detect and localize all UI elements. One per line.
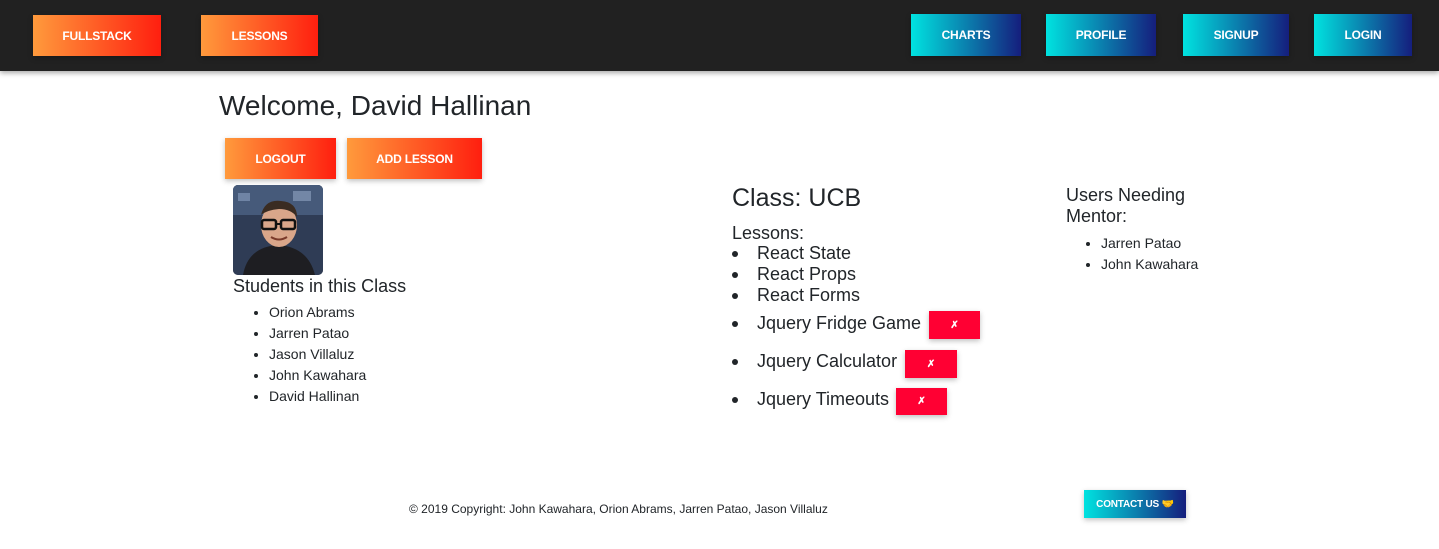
students-heading: Students in this Class xyxy=(233,276,407,296)
logout-button[interactable]: LOGOUT xyxy=(225,138,336,179)
footer-copyright: © 2019 Copyright: John Kawahara, Orion A… xyxy=(409,502,828,516)
nav-lessons-button[interactable]: LESSONS xyxy=(201,15,318,56)
delete-lesson-button[interactable]: ✗ xyxy=(905,350,957,378)
student-item: Jarren Patao xyxy=(269,323,366,344)
mentor-heading-line1: Users Needing xyxy=(1066,185,1186,205)
lesson-item: React State xyxy=(732,243,851,264)
delete-lesson-button[interactable]: ✗ xyxy=(929,311,980,339)
page-title: Welcome, David Hallinan xyxy=(219,90,532,121)
bullet-icon xyxy=(732,292,738,299)
delete-lesson-button[interactable]: ✗ xyxy=(896,388,947,415)
contact-us-button[interactable]: CONTACT US 🤝 xyxy=(1084,490,1186,518)
top-navbar: FULLSTACK LESSONS CHARTS PROFILE SIGNUP … xyxy=(0,0,1439,71)
bullet-icon xyxy=(732,250,738,257)
lesson-name: Jquery Timeouts xyxy=(757,389,890,409)
mentor-heading: Users Needing Mentor: xyxy=(1066,185,1185,227)
lesson-item: Jquery Fridge Game xyxy=(732,313,921,334)
lesson-item: React Props xyxy=(732,264,856,285)
student-item: Jason Villaluz xyxy=(269,344,366,365)
user-photo-icon xyxy=(233,185,323,275)
lesson-item: React Forms xyxy=(732,285,860,306)
student-item: Orion Abrams xyxy=(269,302,366,323)
nav-signup-button[interactable]: SIGNUP xyxy=(1183,14,1289,56)
nav-charts-button[interactable]: CHARTS xyxy=(911,14,1021,56)
student-item: David Hallinan xyxy=(269,386,366,407)
mentor-list: Jarren Patao John Kawahara xyxy=(1065,233,1198,275)
lesson-item: Jquery Timeouts xyxy=(732,389,889,410)
mentor-heading-line2: Mentor: xyxy=(1066,206,1128,226)
add-lesson-button[interactable]: ADD LESSON xyxy=(347,138,482,179)
nav-login-button[interactable]: LOGIN xyxy=(1314,14,1412,56)
nav-profile-button[interactable]: PROFILE xyxy=(1046,14,1156,56)
bullet-icon xyxy=(732,358,738,365)
student-item: John Kawahara xyxy=(269,365,366,386)
lesson-name: React State xyxy=(757,243,852,263)
bullet-icon xyxy=(732,396,738,403)
lessons-label: Lessons: xyxy=(732,223,805,243)
lesson-name: React Props xyxy=(757,264,857,284)
lesson-item: Jquery Calculator xyxy=(732,351,897,372)
bullet-icon xyxy=(732,271,738,278)
nav-fullstack-button[interactable]: FULLSTACK xyxy=(33,15,161,56)
class-title: Class: UCB xyxy=(732,184,862,212)
mentor-item: Jarren Patao xyxy=(1101,233,1198,254)
mentor-item: John Kawahara xyxy=(1101,254,1198,275)
lesson-name: Jquery Fridge Game xyxy=(757,313,922,333)
students-list: Orion Abrams Jarren Patao Jason Villaluz… xyxy=(233,302,366,407)
lesson-name: React Forms xyxy=(757,285,861,305)
avatar xyxy=(233,185,323,275)
lesson-name: Jquery Calculator xyxy=(757,351,898,371)
bullet-icon xyxy=(732,320,738,327)
